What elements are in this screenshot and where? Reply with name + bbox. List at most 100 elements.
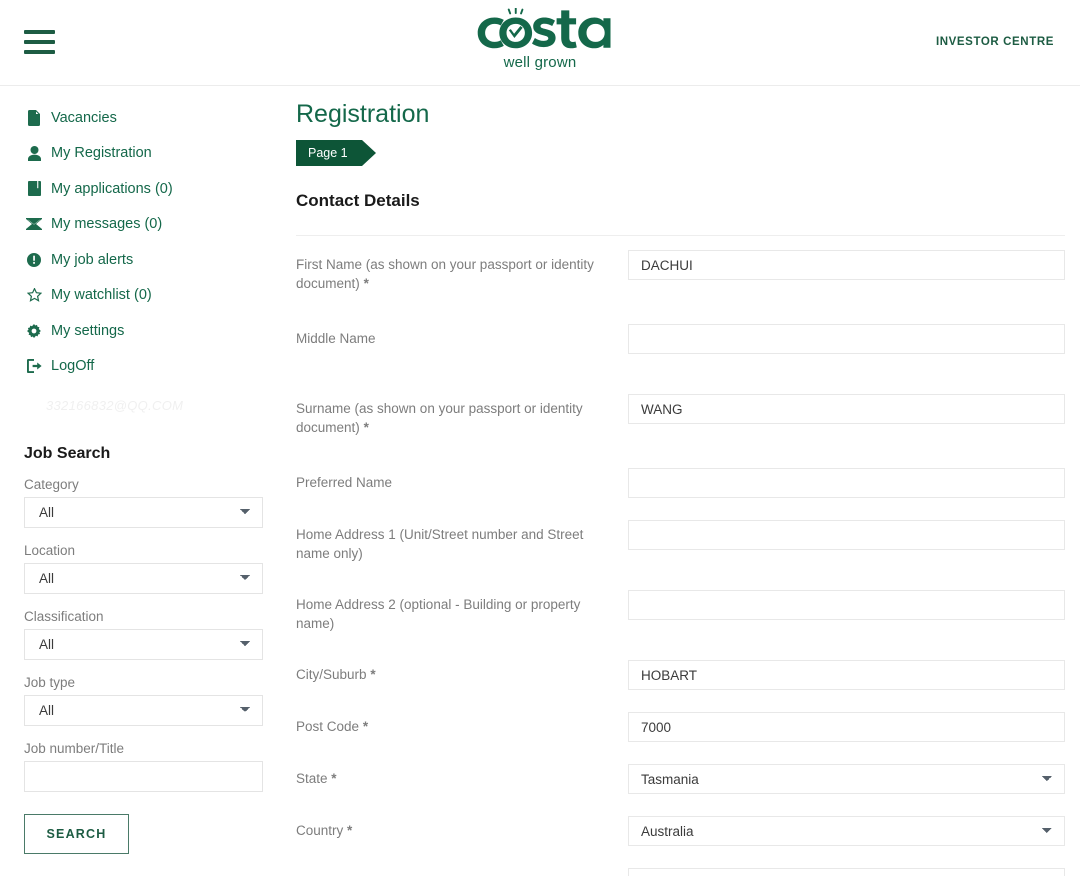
book-icon bbox=[24, 181, 44, 197]
first-name-input[interactable] bbox=[628, 250, 1065, 280]
sidebar-item-my-messages[interactable]: My messages (0) bbox=[24, 207, 264, 243]
middle-name-control bbox=[628, 324, 1065, 354]
jobnumber-label: Job number/Title bbox=[24, 741, 125, 756]
home-address-1-label: Home Address 1 (Unit/Street number and S… bbox=[296, 527, 584, 561]
city-suburb-input[interactable] bbox=[628, 660, 1065, 690]
home-address-2-control bbox=[628, 590, 1065, 620]
label-text: Post Code bbox=[296, 719, 360, 734]
sidebar-item-my-applications[interactable]: My applications (0) bbox=[24, 171, 264, 207]
required-asterisk: * bbox=[347, 823, 353, 838]
section-divider bbox=[296, 235, 1065, 236]
page-title: Registration bbox=[296, 100, 430, 128]
home-address-1-input[interactable] bbox=[628, 520, 1065, 550]
sidebar-item-logoff[interactable]: LogOff bbox=[24, 349, 264, 385]
sidebar: Vacancies My Registration My application… bbox=[0, 86, 288, 876]
form-row-first-name: First Name (as shown on your passport or… bbox=[296, 250, 1065, 302]
classification-select[interactable]: All bbox=[24, 629, 263, 660]
location-label: Location bbox=[24, 543, 76, 558]
classification-label: Classification bbox=[24, 609, 104, 624]
sidebar-item-label: My Registration bbox=[51, 145, 152, 162]
surname-control bbox=[628, 394, 1065, 424]
form-row-city-suburb: City/Suburb * bbox=[296, 660, 1065, 712]
country-control: Australia bbox=[628, 816, 1065, 846]
form-row-post-code: Post Code * bbox=[296, 712, 1065, 764]
sidebar-item-label: My messages (0) bbox=[51, 216, 163, 233]
sidebar-item-my-watchlist[interactable]: My watchlist (0) bbox=[24, 278, 264, 314]
label-text: City/Suburb bbox=[296, 667, 367, 682]
required-asterisk: * bbox=[370, 667, 376, 682]
user-email-label: 332166832@QQ.COM bbox=[46, 398, 184, 413]
sidebar-item-label: My applications (0) bbox=[51, 180, 173, 197]
required-asterisk: * bbox=[331, 771, 337, 786]
home-address-2-input[interactable] bbox=[628, 590, 1065, 620]
sidebar-item-label: My settings bbox=[51, 322, 125, 339]
label-text: Country bbox=[296, 823, 344, 838]
info-circle-icon bbox=[24, 252, 44, 267]
post-code-control bbox=[628, 712, 1065, 742]
label-text: State bbox=[296, 771, 328, 786]
required-asterisk: * bbox=[363, 420, 369, 435]
page-step-badge: Page 1 bbox=[296, 140, 376, 166]
jobnumber-field-group: Job number/Title bbox=[24, 741, 264, 792]
section-title: Contact Details bbox=[296, 191, 420, 210]
category-select[interactable]: All bbox=[24, 497, 263, 528]
investor-centre-link[interactable]: INVESTOR CENTRE bbox=[936, 36, 1054, 48]
form-row-home-address-1: Home Address 1 (Unit/Street number and S… bbox=[296, 520, 1065, 572]
category-field-group: Category All bbox=[24, 477, 264, 528]
user-icon bbox=[24, 145, 44, 161]
city-suburb-label: City/Suburb * bbox=[296, 660, 628, 684]
home-phone-control bbox=[628, 868, 1065, 876]
sidebar-item-my-settings[interactable]: My settings bbox=[24, 313, 264, 349]
logout-icon bbox=[24, 359, 44, 374]
search-button[interactable]: SEARCH bbox=[24, 814, 129, 854]
costa-logo-icon bbox=[477, 8, 611, 49]
preferred-name-input[interactable] bbox=[628, 468, 1065, 498]
document-icon bbox=[24, 109, 44, 126]
label-text: First Name (as shown on your passport or… bbox=[296, 257, 594, 291]
state-control: Tasmania bbox=[628, 764, 1065, 794]
required-asterisk: * bbox=[363, 276, 369, 291]
label-text: Surname (as shown on your passport or id… bbox=[296, 401, 583, 435]
category-label: Category bbox=[24, 477, 79, 492]
location-select[interactable]: All bbox=[24, 563, 263, 594]
form-row-middle-name: Middle Name bbox=[296, 324, 1065, 376]
state-label: State * bbox=[296, 764, 628, 788]
jobnumber-input[interactable] bbox=[24, 761, 263, 792]
sidebar-item-my-job-alerts[interactable]: My job alerts bbox=[24, 242, 264, 278]
country-select[interactable]: Australia bbox=[628, 816, 1065, 846]
form-row-home-phone: Home Phone No bbox=[296, 868, 1065, 876]
location-field-group: Location All bbox=[24, 543, 264, 594]
jobtype-select[interactable]: All bbox=[24, 695, 263, 726]
post-code-input[interactable] bbox=[628, 712, 1065, 742]
site-header: well grown INVESTOR CENTRE bbox=[0, 0, 1080, 86]
job-search-title: Job Search bbox=[24, 445, 111, 462]
logo-tagline: well grown bbox=[503, 54, 577, 71]
first-name-label: First Name (as shown on your passport or… bbox=[296, 250, 628, 293]
sidebar-item-label: LogOff bbox=[51, 358, 95, 375]
jobtype-label: Job type bbox=[24, 675, 76, 690]
star-icon bbox=[24, 288, 44, 303]
sidebar-item-label: My job alerts bbox=[51, 251, 134, 268]
preferred-name-label: Preferred Name bbox=[296, 475, 393, 490]
country-label: Country * bbox=[296, 816, 628, 840]
home-address-1-control bbox=[628, 520, 1065, 550]
main-content: Registration Page 1 Contact Details Firs… bbox=[288, 86, 1080, 876]
sidebar-item-vacancies[interactable]: Vacancies bbox=[24, 100, 264, 136]
middle-name-input[interactable] bbox=[628, 324, 1065, 354]
first-name-control bbox=[628, 250, 1065, 280]
form-row-country: Country * Australia bbox=[296, 816, 1065, 868]
state-select[interactable]: Tasmania bbox=[628, 764, 1065, 794]
home-phone-input[interactable] bbox=[628, 868, 1065, 876]
surname-input[interactable] bbox=[628, 394, 1065, 424]
sidebar-item-my-registration[interactable]: My Registration bbox=[24, 136, 264, 172]
middle-name-label: Middle Name bbox=[296, 331, 376, 346]
site-logo[interactable]: well grown bbox=[0, 8, 1080, 71]
form-row-home-address-2: Home Address 2 (optional - Building or p… bbox=[296, 590, 1065, 642]
form-row-preferred-name: Preferred Name bbox=[296, 468, 1065, 520]
required-asterisk: * bbox=[362, 719, 369, 734]
form-row-surname: Surname (as shown on your passport or id… bbox=[296, 394, 1065, 446]
city-suburb-control bbox=[628, 660, 1065, 690]
home-address-2-label: Home Address 2 (optional - Building or p… bbox=[296, 597, 581, 631]
page-body: Vacancies My Registration My application… bbox=[0, 86, 1080, 876]
form-row-state: State * Tasmania bbox=[296, 764, 1065, 816]
